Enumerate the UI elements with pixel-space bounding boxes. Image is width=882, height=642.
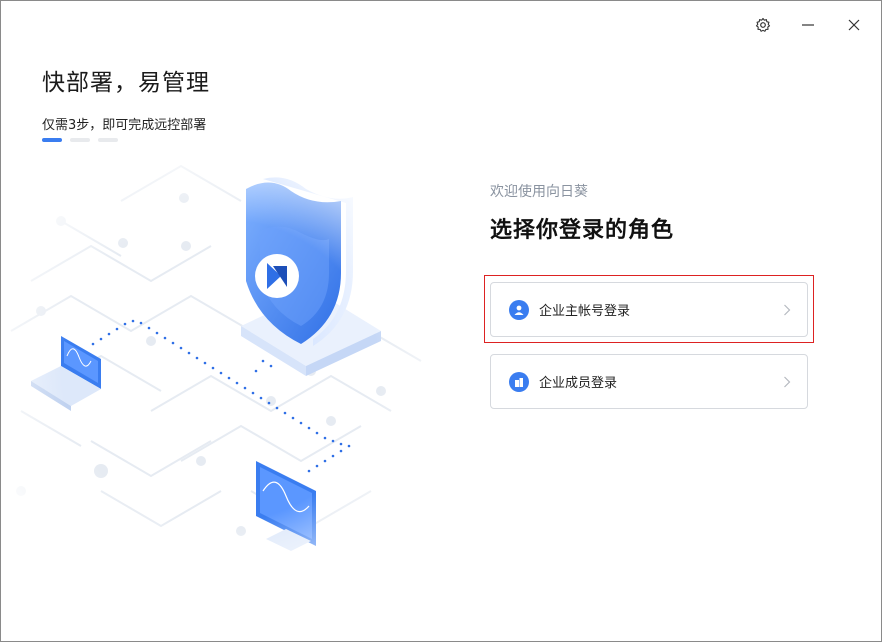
enterprise-member-login-label: 企业成员登录 bbox=[539, 376, 618, 391]
app-window: 快部署，易管理 仅需3步，即可完成远控部署 欢迎使用向日葵 选择你登录的角色 企… bbox=[0, 0, 882, 642]
step-indicator bbox=[42, 138, 118, 142]
enterprise-admin-login-label: 企业主帐号登录 bbox=[539, 304, 631, 319]
user-icon bbox=[509, 299, 529, 320]
minimize-button[interactable] bbox=[794, 11, 822, 39]
chevron-right-icon bbox=[784, 376, 791, 387]
building-icon bbox=[509, 371, 529, 392]
close-button[interactable] bbox=[840, 11, 868, 39]
settings-button[interactable] bbox=[749, 11, 777, 39]
step-dot-3 bbox=[98, 138, 118, 142]
minimize-icon bbox=[802, 24, 814, 26]
page-subline: 仅需3步，即可完成远控部署 bbox=[42, 118, 207, 133]
enterprise-member-login-button[interactable]: 企业成员登录 bbox=[490, 354, 808, 409]
chevron-right-icon bbox=[784, 304, 791, 315]
close-icon bbox=[848, 19, 860, 31]
role-selection-title: 选择你登录的角色 bbox=[490, 218, 675, 243]
welcome-text: 欢迎使用向日葵 bbox=[490, 184, 588, 200]
page-headline: 快部署，易管理 bbox=[42, 70, 210, 96]
gear-icon bbox=[755, 17, 771, 32]
deployment-illustration bbox=[1, 161, 441, 581]
enterprise-admin-login-button[interactable]: 企业主帐号登录 bbox=[490, 282, 808, 337]
step-dot-1 bbox=[42, 138, 62, 142]
step-dot-2 bbox=[70, 138, 90, 142]
